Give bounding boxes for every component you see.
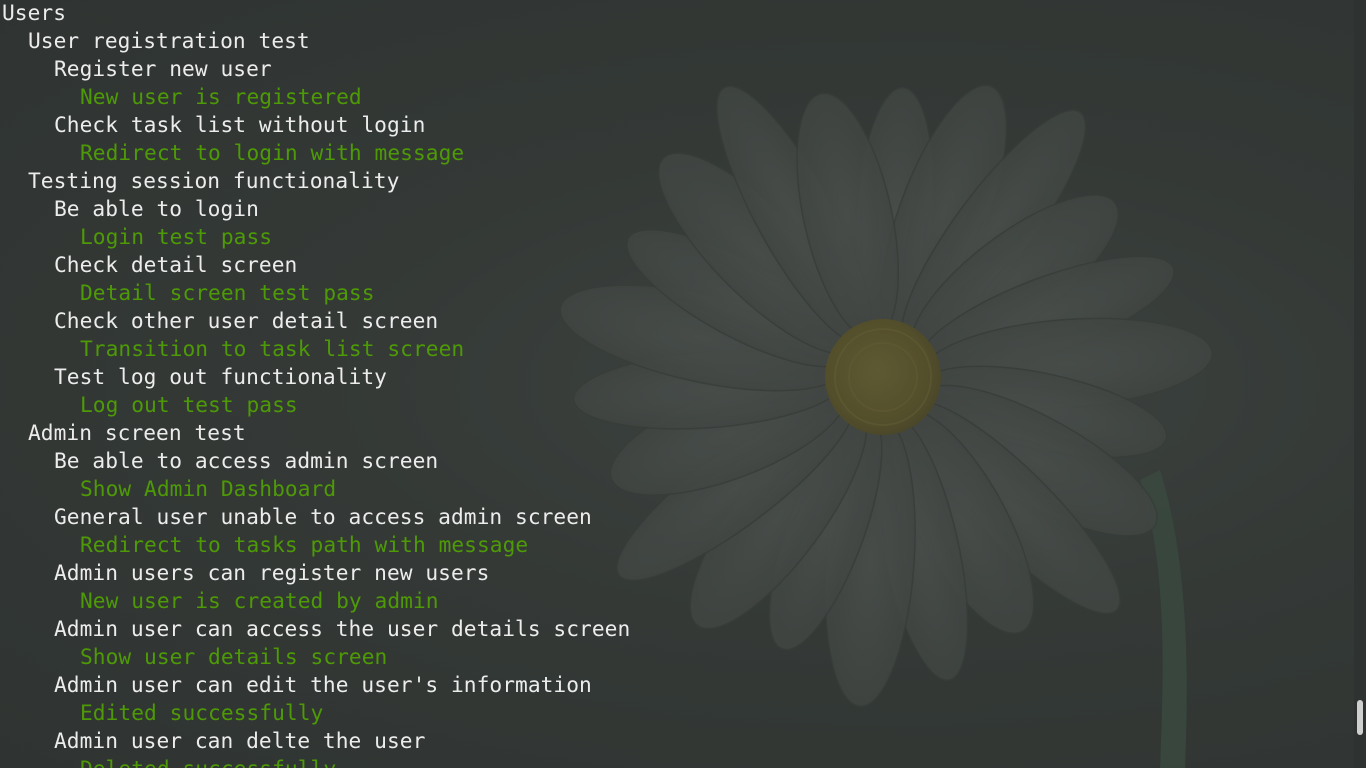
- test-group-line: Check task list without login: [54, 112, 426, 137]
- test-group-line: Check detail screen: [54, 252, 298, 277]
- terminal-window[interactable]: Users User registration test Register new …: [0, 0, 1366, 768]
- test-result-line: Deleted successfully: [2, 755, 630, 768]
- test-group-line: Admin user can access the user details s…: [54, 616, 631, 641]
- test-group-line: User registration test: [28, 28, 310, 53]
- test-result-line: Edited successfully: [80, 700, 324, 725]
- test-result-line: Show Admin Dashboard: [80, 476, 337, 501]
- test-group-line: Admin user can delte the user: [54, 728, 426, 753]
- test-result-line: New user is registered: [80, 84, 362, 109]
- test-group-line: Admin users can register new users: [54, 560, 490, 585]
- test-result-line: Login test pass: [80, 224, 273, 249]
- test-group-line: General user unable to access admin scre…: [54, 504, 592, 529]
- test-group-line: Admin user can edit the user's informati…: [54, 672, 592, 697]
- test-result-line: Redirect to login with message: [80, 140, 465, 165]
- test-result-line: Redirect to tasks path with message: [80, 532, 529, 557]
- test-group-line: Be able to login: [54, 196, 259, 221]
- scrollbar-thumb[interactable]: [1357, 700, 1363, 735]
- test-group-line: Users: [2, 0, 67, 25]
- test-result-line: Transition to task list screen: [80, 336, 465, 361]
- test-result-line: Log out test pass: [80, 392, 298, 417]
- test-result-line: New user is created by admin: [80, 588, 439, 613]
- test-group-line: Testing session functionality: [28, 168, 400, 193]
- test-output: Users User registration test Register new …: [2, 0, 630, 768]
- test-group-line: Admin screen test: [28, 420, 246, 445]
- test-result-line: Detail screen test pass: [80, 280, 375, 305]
- test-group-line: Test log out functionality: [54, 364, 387, 389]
- test-group-line: Check other user detail screen: [54, 308, 439, 333]
- vertical-scrollbar[interactable]: [1354, 0, 1366, 768]
- test-group-line: Register new user: [54, 56, 272, 81]
- test-group-line: Be able to access admin screen: [54, 448, 439, 473]
- test-result-line: Show user details screen: [80, 644, 388, 669]
